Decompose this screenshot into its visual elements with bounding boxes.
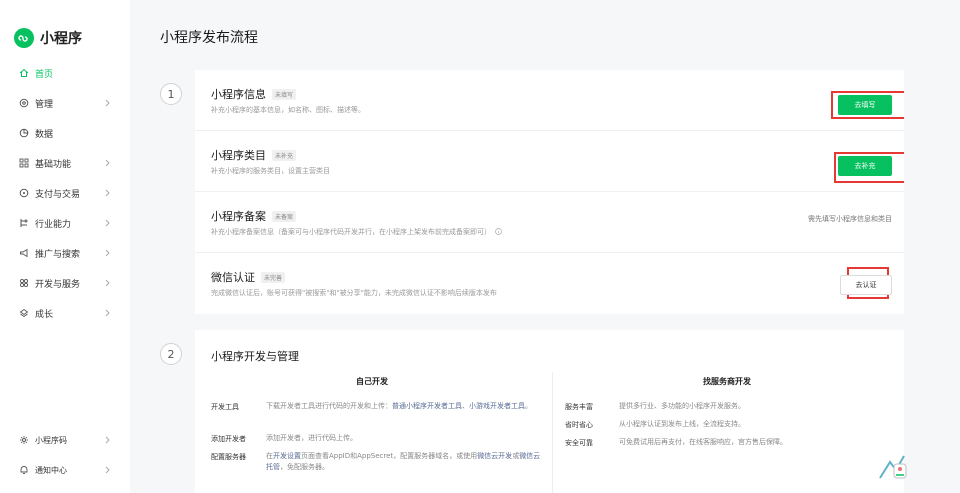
server-config-label: 配置服务器 xyxy=(211,453,246,461)
verify-button[interactable]: 去认证 xyxy=(840,275,892,295)
chevron-right-icon xyxy=(105,249,110,260)
dev-tools-label: 开发工具 xyxy=(211,403,239,411)
row-description-text: 补充小程序备案信息（备案可与小程序代码开发并行，在小程序上架发布前完成备案即可） xyxy=(211,228,491,236)
row-description: 补充小程序的基本信息，如名称、图标、描述等。 xyxy=(211,106,365,114)
app-name: 小程序 xyxy=(40,31,82,47)
pie-chart-icon xyxy=(18,127,30,139)
sidebar-item-label: 行业能力 xyxy=(35,219,72,230)
chevron-right-icon xyxy=(105,189,110,200)
sidebar-item-growth[interactable]: 成长 xyxy=(0,298,130,328)
page-title: 小程序发布流程 xyxy=(160,30,258,46)
vendor-secure-text: 可免费试用后再支付，在线客服响应，官方售后保障。 xyxy=(619,438,787,446)
row-title: 小程序类目 xyxy=(211,149,266,162)
column-divider xyxy=(552,372,553,493)
grid-icon xyxy=(18,157,30,169)
vendor-secure-label: 安全可靠 xyxy=(565,439,593,447)
chevron-right-icon xyxy=(105,99,110,110)
page-background-edge xyxy=(904,0,960,493)
vendor-dev-heading: 找服务商开发 xyxy=(703,377,751,386)
row-description: 补充小程序备案信息（备案可与小程序代码开发并行，在小程序上架发布前完成备案即可） xyxy=(211,227,503,237)
sidebar-item-label: 开发与服务 xyxy=(35,279,81,290)
fill-info-button[interactable]: 去填写 xyxy=(838,95,892,115)
settings-icon xyxy=(18,97,30,109)
status-badge: 未完善 xyxy=(261,271,286,283)
add-category-button[interactable]: 去补充 xyxy=(838,156,892,176)
row-mini-program-category: 小程序类目 未补充 补充小程序的服务类目，设置主营类目 去补充 xyxy=(195,131,906,192)
sidebar: 小程序 首页 管理 数据 基础功能 支付与交易 行业能力 推广与搜索 开发与服务… xyxy=(0,0,130,493)
filing-hint: 需先填写小程序信息和类目 xyxy=(808,215,892,223)
add-developer-text: 添加开发者，进行代码上传。 xyxy=(266,434,357,442)
row-title: 小程序信息 xyxy=(211,88,266,101)
growth-icon xyxy=(18,307,30,319)
status-badge: 未填写 xyxy=(272,88,297,100)
row-wechat-verification: 微信认证 未完善 完成微信认证后，账号可获得"被搜索"和"被分享"能力，未完成微… xyxy=(195,253,904,314)
vendor-efficient-label: 省时省心 xyxy=(565,421,593,429)
status-badge: 未补充 xyxy=(272,149,297,161)
sidebar-item-label: 基础功能 xyxy=(35,159,72,170)
sidebar-item-notifications[interactable]: 通知中心 xyxy=(0,455,130,485)
chevron-right-icon xyxy=(105,466,110,476)
assistant-mascot-icon[interactable] xyxy=(876,448,910,486)
vendor-efficient-text: 从小程序认证到发布上线，全流程支持。 xyxy=(619,420,745,428)
app-logo[interactable]: 小程序 xyxy=(14,28,82,48)
sidebar-item-industry[interactable]: 行业能力 xyxy=(0,208,130,238)
mini-game-devtools-link[interactable]: 小游戏开发者工具 xyxy=(469,402,525,410)
info-icon[interactable] xyxy=(495,227,503,237)
chevron-right-icon xyxy=(105,309,110,320)
payment-icon xyxy=(18,187,30,199)
chevron-right-icon xyxy=(105,159,110,170)
sidebar-item-manage[interactable]: 管理 xyxy=(0,88,130,118)
sidebar-bottom: 小程序码 通知中心 xyxy=(0,425,130,485)
row-title: 微信认证 xyxy=(211,271,255,284)
row-title: 小程序备案 xyxy=(211,210,266,223)
home-icon xyxy=(18,67,30,79)
row-description: 补充小程序的服务类目，设置主营类目 xyxy=(211,167,330,175)
mini-program-devtools-link[interactable]: 普通小程序开发者工具 xyxy=(392,402,462,410)
sidebar-item-label: 成长 xyxy=(35,309,54,320)
sidebar-item-qrcode[interactable]: 小程序码 xyxy=(0,425,130,455)
sidebar-item-label: 数据 xyxy=(35,129,54,140)
promotion-icon xyxy=(18,247,30,259)
wechat-cloud-dev-link[interactable]: 微信云开发 xyxy=(477,452,512,460)
self-dev-heading: 自己开发 xyxy=(356,377,388,386)
chevron-right-icon xyxy=(105,436,110,446)
row-mini-program-info: 小程序信息 未填写 补充小程序的基本信息，如名称、图标、描述等。 去填写 xyxy=(195,70,917,131)
sidebar-item-label: 管理 xyxy=(35,99,54,110)
sidebar-item-label: 小程序码 xyxy=(35,435,67,445)
step-number: 1 xyxy=(160,83,182,105)
step2-card: 小程序开发与管理 自己开发 找服务商开发 开发工具 下载开发者工具进行代码的开发… xyxy=(195,330,904,493)
sidebar-item-payment[interactable]: 支付与交易 xyxy=(0,178,130,208)
vendor-rich-text: 提供多行业、多功能的小程序开发服务。 xyxy=(619,402,745,410)
dev-settings-link[interactable]: 开发设置 xyxy=(273,452,301,460)
industry-icon xyxy=(18,217,30,229)
sidebar-nav: 首页 管理 数据 基础功能 支付与交易 行业能力 推广与搜索 开发与服务 成长 xyxy=(0,58,130,328)
bell-icon xyxy=(18,464,30,476)
add-developer-label: 添加开发者 xyxy=(211,435,246,443)
qrcode-icon xyxy=(18,434,30,446)
dev-tools-text: 下载开发者工具进行代码的开发和上传：普通小程序开发者工具、小游戏开发者工具。 xyxy=(266,402,532,410)
mini-program-logo-icon xyxy=(14,28,34,48)
sidebar-item-promotion[interactable]: 推广与搜索 xyxy=(0,238,130,268)
sidebar-item-label: 通知中心 xyxy=(35,465,67,475)
sidebar-item-data[interactable]: 数据 xyxy=(0,118,130,148)
chevron-right-icon xyxy=(105,279,110,290)
row-mini-program-filing: 小程序备案 未备案 补充小程序备案信息（备案可与小程序代码开发并行，在小程序上架… xyxy=(195,192,904,253)
sidebar-item-label: 推广与搜索 xyxy=(35,249,81,260)
sidebar-item-dev-service[interactable]: 开发与服务 xyxy=(0,268,130,298)
section-title: 小程序开发与管理 xyxy=(211,350,299,363)
step-number: 2 xyxy=(160,343,182,365)
server-config-text: 在开发设置页面查看AppID和AppSecret，配置服务器域名，或使用微信云开… xyxy=(266,452,541,471)
status-badge: 未备案 xyxy=(272,210,297,222)
step1-card: 小程序信息 未填写 补充小程序的基本信息，如名称、图标、描述等。 去填写 小程序… xyxy=(195,70,917,314)
sidebar-item-basic-features[interactable]: 基础功能 xyxy=(0,148,130,178)
chevron-right-icon xyxy=(105,219,110,230)
sidebar-item-label: 支付与交易 xyxy=(35,189,81,200)
sidebar-item-label: 首页 xyxy=(35,69,54,80)
sidebar-item-home[interactable]: 首页 xyxy=(0,58,130,88)
dev-icon xyxy=(18,277,30,289)
vendor-rich-label: 服务丰富 xyxy=(565,403,593,411)
row-description: 完成微信认证后，账号可获得"被搜索"和"被分享"能力，未完成微信认证不影响后续版… xyxy=(211,289,497,297)
